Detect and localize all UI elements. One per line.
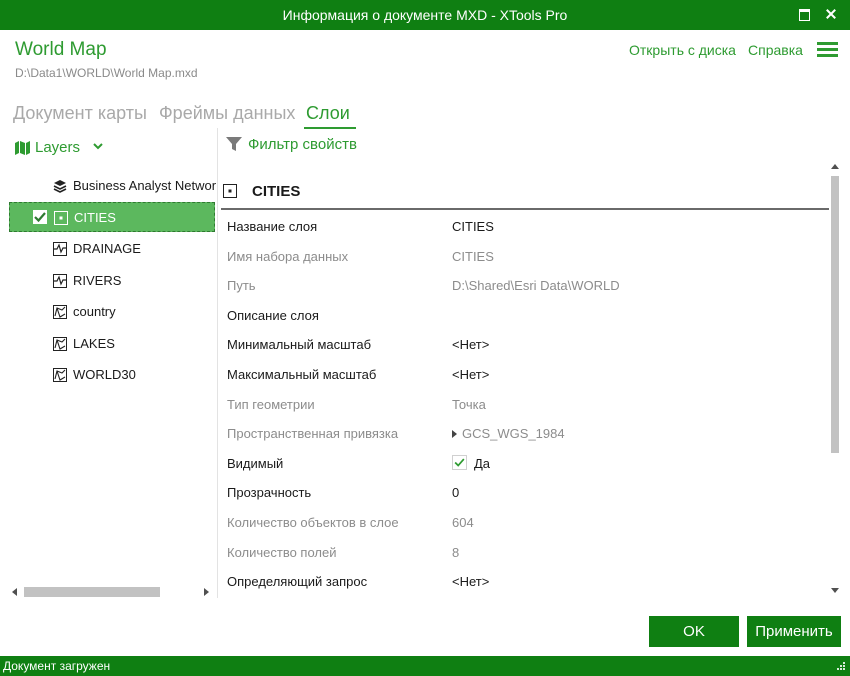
- scroll-right-arrow-icon[interactable]: [204, 588, 209, 596]
- chevron-down-icon: [93, 143, 103, 150]
- tree-item-label: LAKES: [73, 336, 115, 351]
- property-key: Пространственная привязка: [227, 426, 399, 442]
- status-text: Документ загружен: [3, 659, 111, 673]
- property-filter-label: Фильтр свойств: [248, 136, 357, 153]
- property-key: Путь: [227, 278, 256, 294]
- property-key: Видимый: [227, 455, 284, 471]
- help-link[interactable]: Справка: [748, 42, 803, 58]
- property-value: Точка: [452, 396, 486, 412]
- close-button[interactable]: [824, 6, 840, 22]
- property-key: Описание слоя: [227, 307, 319, 323]
- property-key: Минимальный масштаб: [227, 337, 372, 353]
- scroll-up-arrow-icon[interactable]: [831, 164, 839, 169]
- property-value: 8: [452, 544, 460, 560]
- tab-map-document[interactable]: Документ карты: [13, 103, 147, 124]
- polygon-layer-icon: [53, 368, 67, 382]
- property-key: Количество полей: [227, 544, 337, 560]
- tree-item-label: WORLD30: [73, 367, 136, 382]
- visible-checkbox[interactable]: [452, 454, 467, 470]
- tree-item-rivers[interactable]: RIVERS: [9, 266, 215, 296]
- property-row[interactable]: Видимый Да: [221, 449, 829, 478]
- tree-item-label: country: [73, 304, 116, 319]
- tab-layers[interactable]: Слои: [304, 103, 356, 129]
- property-value: <Нет>: [452, 574, 490, 590]
- line-layer-icon: [53, 242, 67, 256]
- polygon-layer-icon: [53, 305, 67, 319]
- property-value: 604: [452, 515, 474, 530]
- scroll-left-arrow-icon[interactable]: [12, 588, 17, 596]
- property-key: Количество объектов в слое: [227, 515, 399, 530]
- polygon-layer-icon: [53, 337, 67, 351]
- panel-divider[interactable]: [217, 128, 218, 598]
- property-vertical-scrollbar[interactable]: [829, 160, 841, 597]
- expand-arrow-icon[interactable]: [452, 430, 457, 439]
- resize-grip-icon[interactable]: [834, 661, 846, 673]
- hamburger-menu-icon[interactable]: [817, 42, 838, 58]
- checkbox-checked-icon[interactable]: [33, 210, 47, 224]
- property-row[interactable]: Путь D:\Shared\Esri Data\WORLD: [221, 271, 829, 300]
- document-title: World Map: [15, 39, 107, 60]
- property-row[interactable]: Определяющий запрос <Нет>: [221, 567, 829, 596]
- tree-item-country[interactable]: country: [9, 297, 215, 327]
- tree-item-lakes[interactable]: LAKES: [9, 329, 215, 359]
- property-key: Имя набора данных: [227, 248, 349, 264]
- property-row[interactable]: Прозрачность 0: [221, 478, 829, 507]
- tree-item-label: Business Analyst Network: [73, 178, 217, 193]
- property-value: 0: [452, 485, 460, 501]
- tree-item-label: DRAINAGE: [73, 241, 141, 256]
- ok-button[interactable]: OK: [649, 616, 739, 647]
- property-value: <Нет>: [452, 337, 490, 353]
- layer-properties-header: CITIES: [221, 178, 829, 210]
- apply-button[interactable]: Применить: [747, 616, 841, 647]
- document-path: D:\Data1\WORLD\World Map.mxd: [15, 66, 198, 80]
- tree-item-business-analyst[interactable]: Business Analyst Network: [9, 171, 217, 201]
- tree-item-cities[interactable]: CITIES: [9, 202, 215, 232]
- window-title: Информация о документе MXD - XTools Pro: [282, 7, 568, 23]
- property-row[interactable]: Название слоя CITIES: [221, 212, 829, 241]
- property-row[interactable]: Пространственная привязка GCS_WGS_1984: [221, 419, 829, 448]
- maximize-button[interactable]: [796, 6, 812, 22]
- property-key: Прозрачность: [227, 485, 312, 501]
- layers-dropdown-label: Layers: [35, 139, 81, 156]
- point-layer-icon: [223, 184, 237, 198]
- open-from-disk-link[interactable]: Открыть с диска: [629, 42, 736, 58]
- tree-horizontal-scrollbar[interactable]: [10, 586, 213, 598]
- scroll-down-arrow-icon[interactable]: [831, 588, 839, 593]
- property-value: CITIES: [452, 219, 494, 234]
- property-value: CITIES: [452, 248, 494, 264]
- property-value: <Нет>: [452, 367, 490, 382]
- property-key: Определяющий запрос: [227, 574, 368, 590]
- property-row[interactable]: Максимальный масштаб <Нет>: [221, 360, 829, 389]
- property-value: GCS_WGS_1984: [462, 426, 565, 442]
- property-value: D:\Shared\Esri Data\WORLD: [452, 278, 620, 294]
- property-row[interactable]: Имя набора данных CITIES: [221, 242, 829, 271]
- property-row[interactable]: Описание слоя: [221, 301, 829, 330]
- filter-icon: [226, 137, 242, 151]
- line-layer-icon: [53, 274, 67, 288]
- status-bar: Документ загружен: [0, 656, 850, 676]
- tab-data-frames[interactable]: Фреймы данных: [159, 103, 295, 124]
- point-layer-icon: [54, 211, 68, 225]
- property-key: Тип геометрии: [227, 396, 315, 412]
- layer-properties-title: CITIES: [252, 183, 301, 200]
- tree-item-drainage[interactable]: DRAINAGE: [9, 234, 215, 264]
- property-grid: Название слоя CITIES Имя набора данных C…: [221, 212, 829, 598]
- title-bar: Информация о документе MXD - XTools Pro: [0, 0, 850, 30]
- layers-tree: Business Analyst Network CITIES DRAINAGE…: [0, 171, 217, 591]
- tree-item-label: CITIES: [74, 210, 116, 225]
- property-row[interactable]: Тип геометрии Точка: [221, 390, 829, 419]
- tree-item-world30[interactable]: WORLD30: [9, 360, 215, 390]
- map-icon: [15, 141, 30, 155]
- property-key: Название слоя: [227, 219, 318, 234]
- property-value: Да: [474, 455, 491, 471]
- layer-stack-icon: [53, 180, 67, 193]
- scrollbar-thumb[interactable]: [831, 176, 839, 453]
- property-row[interactable]: Количество полей 8: [221, 538, 829, 567]
- tree-item-label: RIVERS: [73, 273, 122, 288]
- scrollbar-thumb[interactable]: [24, 587, 160, 597]
- property-row[interactable]: Количество объектов в слое 604: [221, 508, 829, 537]
- property-key: Максимальный масштаб: [227, 367, 377, 382]
- property-row[interactable]: Минимальный масштаб <Нет>: [221, 330, 829, 359]
